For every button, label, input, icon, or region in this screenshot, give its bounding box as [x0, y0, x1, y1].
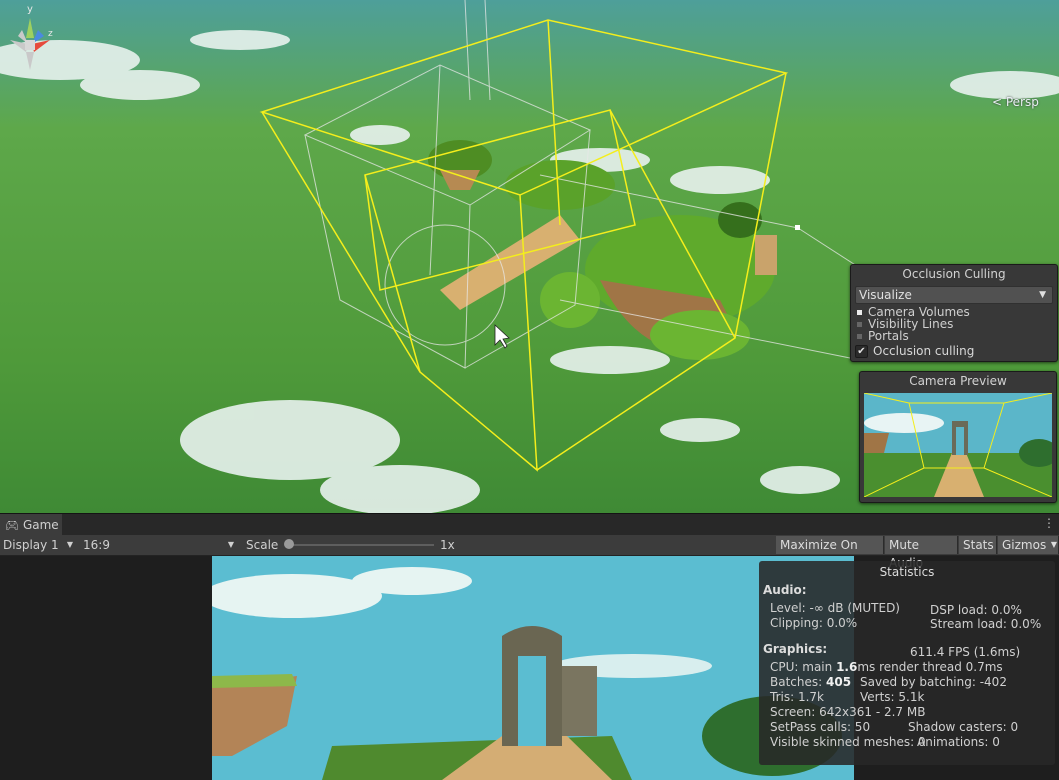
audio-level: Level: -∞ dB (MUTED)	[770, 601, 900, 615]
bullet-icon	[857, 309, 862, 315]
tab-game[interactable]: 🎮︎ Game	[0, 514, 62, 536]
camera-preview-panel: Camera Preview	[859, 371, 1057, 503]
audio-clipping: Clipping: 0.0%	[770, 616, 858, 630]
fps-readout: 611.4 FPS (1.6ms)	[910, 645, 1021, 659]
more-options-icon[interactable]: ⋮	[1043, 517, 1055, 529]
audio-header: Audio:	[763, 583, 807, 597]
setpass-readout: SetPass calls: 50	[770, 720, 871, 734]
skinned-meshes-readout: Visible skinned meshes: 0	[770, 735, 926, 749]
chevron-down-icon: ▼	[227, 540, 234, 549]
game-letterbox	[0, 556, 212, 780]
checkmark-icon[interactable]: ✔	[855, 344, 868, 358]
option-portals[interactable]: Portals	[851, 330, 1057, 342]
occlusion-culling-toggle-label: Occlusion culling	[873, 344, 975, 358]
game-view[interactable]	[212, 556, 854, 780]
statistics-panel: Statistics Audio: Level: -∞ dB (MUTED) D…	[759, 561, 1055, 765]
tab-game-label: Game	[22, 518, 59, 532]
aspect-dropdown-value: 16:9	[83, 538, 110, 552]
scale-value: 1x	[440, 538, 455, 552]
axis-z-label: z	[48, 29, 53, 39]
camera-preview-title: Camera Preview	[909, 374, 1007, 388]
bullet-icon	[857, 333, 862, 339]
camera-preview-image	[864, 393, 1052, 497]
display-dropdown-value: Display 1	[3, 538, 59, 552]
saved-by-batching: Saved by batching: -402	[860, 675, 1007, 689]
maximize-on-play-button[interactable]: Maximize On Play	[776, 536, 884, 570]
visualize-dropdown[interactable]: Visualize ▼	[855, 286, 1053, 304]
occlusion-culling-title: Occlusion Culling	[902, 267, 1006, 281]
chevron-down-icon: ▼	[1050, 540, 1057, 549]
gizmos-button-label: Gizmos	[1002, 538, 1047, 552]
shadow-casters-readout: Shadow casters: 0	[908, 720, 1019, 734]
bullet-icon	[857, 321, 862, 327]
persp-label[interactable]: < Persp	[992, 95, 1039, 109]
stream-load: Stream load: 0.0%	[930, 617, 1042, 631]
chevron-down-icon: ▼	[66, 540, 73, 549]
verts-readout: Verts: 5.1k	[860, 690, 925, 704]
mute-audio-button[interactable]: Mute Audio	[885, 536, 958, 570]
statistics-title: Statistics	[879, 565, 935, 579]
scale-slider-track[interactable]	[288, 544, 434, 546]
graphics-header: Graphics:	[763, 642, 828, 656]
game-render	[212, 556, 854, 780]
occlusion-culling-toggle[interactable]: ✔ Occlusion culling	[851, 343, 1057, 359]
screen-readout: Screen: 642x361 - 2.7 MB	[770, 705, 926, 719]
scale-slider-handle[interactable]	[284, 539, 294, 549]
chevron-down-icon: ▼	[1039, 290, 1046, 300]
batches-readout: Batches: 405	[770, 675, 852, 689]
display-dropdown[interactable]: Display 1 ▼	[3, 535, 77, 555]
animations-readout: Animations: 0	[917, 735, 1000, 749]
game-toolbar: Display 1 ▼ 16:9 ▼ Scale 1x Maximize On …	[0, 535, 1059, 570]
handle-icon	[795, 225, 800, 230]
tris-readout: Tris: 1.7k	[770, 690, 824, 704]
gamepad-icon: 🎮︎	[5, 519, 19, 532]
visualize-dropdown-value: Visualize	[859, 288, 912, 302]
occlusion-culling-panel: Occlusion Culling Visualize ▼ Camera Vol…	[850, 264, 1058, 362]
axis-y-label: y	[27, 4, 33, 15]
orientation-gizmo-icon[interactable]: y z	[0, 0, 60, 80]
gizmos-button[interactable]: Gizmos ▼	[998, 536, 1059, 554]
stats-button[interactable]: Stats	[959, 536, 997, 554]
scale-label: Scale	[246, 538, 279, 552]
aspect-dropdown[interactable]: 16:9 ▼	[83, 535, 238, 555]
game-tab-bar: 🎮︎ Game ⋮	[0, 513, 1059, 536]
dsp-load: DSP load: 0.0%	[930, 603, 1022, 617]
cpu-readout: CPU: main 1.6ms render thread 0.7ms	[770, 660, 1003, 674]
